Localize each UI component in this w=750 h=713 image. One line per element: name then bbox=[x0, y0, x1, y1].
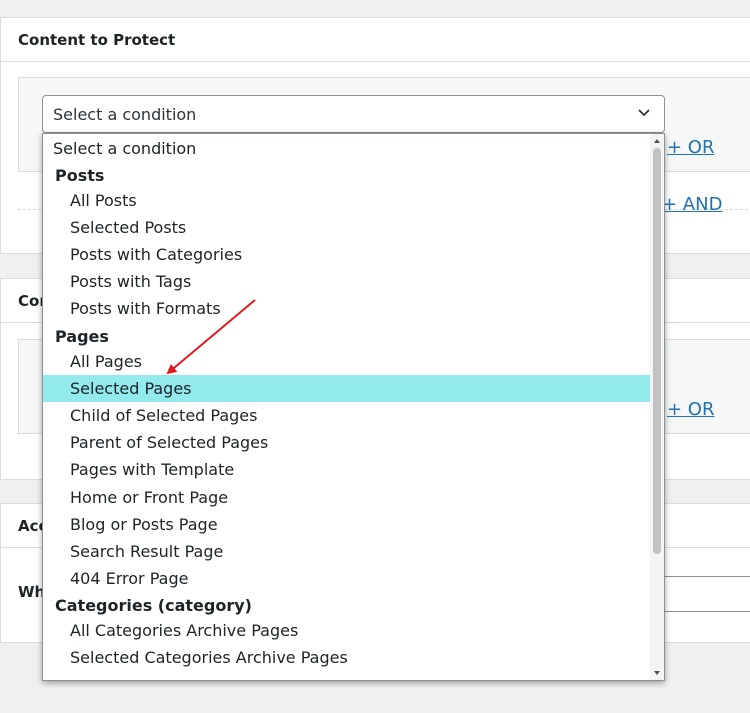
option-search-result-page[interactable]: Search Result Page bbox=[43, 538, 652, 565]
option-posts-with-categories[interactable]: Posts with Categories bbox=[43, 241, 652, 268]
option-all-posts[interactable]: All Posts bbox=[43, 187, 652, 214]
condition-select[interactable]: Select a condition bbox=[42, 95, 665, 133]
scroll-down-icon[interactable] bbox=[652, 668, 662, 678]
add-or-link[interactable]: + OR bbox=[667, 137, 714, 158]
optgroup-categories: Categories (category) bbox=[55, 596, 252, 615]
select-value: Select a condition bbox=[53, 105, 197, 124]
option-blog-or-posts-page[interactable]: Blog or Posts Page bbox=[43, 511, 652, 538]
dropdown-scrollbar[interactable] bbox=[650, 134, 664, 680]
optgroup-pages: Pages bbox=[55, 327, 109, 346]
option-placeholder[interactable]: Select a condition bbox=[43, 135, 652, 162]
condition-dropdown[interactable]: Select a condition Posts All Posts Selec… bbox=[42, 133, 665, 681]
option-all-pages[interactable]: All Pages bbox=[43, 348, 652, 375]
add-and-link[interactable]: + AND bbox=[662, 194, 722, 215]
scroll-up-icon[interactable] bbox=[652, 136, 662, 146]
panel-title: Content to Protect bbox=[1, 18, 750, 62]
option-home-or-front-page[interactable]: Home or Front Page bbox=[43, 484, 652, 511]
option-parent-of-selected-pages[interactable]: Parent of Selected Pages bbox=[43, 429, 652, 456]
option-404-error-page[interactable]: 404 Error Page bbox=[43, 565, 652, 592]
scrollbar-thumb[interactable] bbox=[653, 148, 661, 554]
option-selected-categories-archive-pages[interactable]: Selected Categories Archive Pages bbox=[43, 644, 652, 671]
option-child-of-selected-pages[interactable]: Child of Selected Pages bbox=[43, 402, 652, 429]
option-all-categories-archive-pages[interactable]: All Categories Archive Pages bbox=[43, 617, 652, 644]
option-posts-with-formats[interactable]: Posts with Formats bbox=[43, 295, 652, 322]
option-selected-posts[interactable]: Selected Posts bbox=[43, 214, 652, 241]
chevron-down-icon bbox=[638, 109, 650, 117]
add-or-link[interactable]: + OR bbox=[667, 399, 714, 420]
option-selected-pages[interactable]: Selected Pages bbox=[43, 375, 652, 402]
optgroup-posts: Posts bbox=[55, 166, 105, 185]
option-posts-with-tags[interactable]: Posts with Tags bbox=[43, 268, 652, 295]
option-pages-with-template[interactable]: Pages with Template bbox=[43, 456, 652, 483]
